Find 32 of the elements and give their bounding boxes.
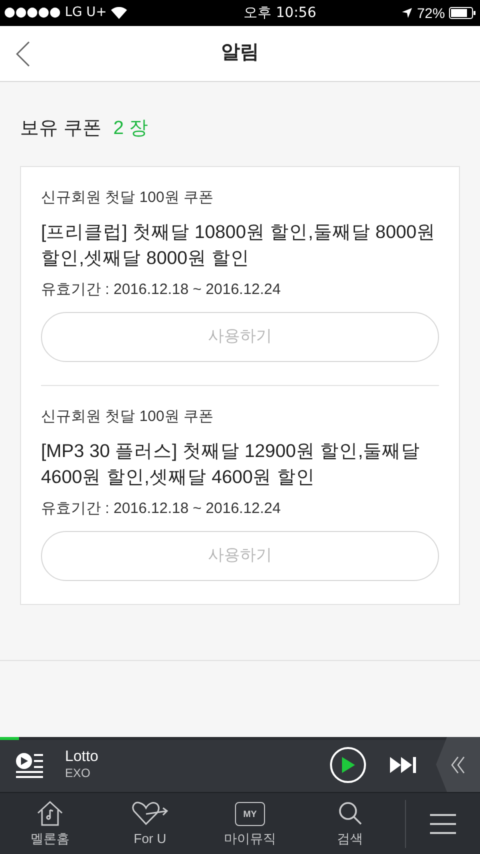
play-button[interactable]: [330, 746, 366, 782]
coupon-name: 신규회원 첫달 100원 쿠폰: [41, 188, 215, 208]
track-title: Lotto: [65, 748, 98, 766]
coupon-description: [MP3 30 플러스] 첫째달 12900원 할인,둘째달 4600원 할인,셋째달 4600원 할인: [41, 439, 422, 489]
tab-item[interactable]: MY 마이뮤직: [200, 798, 300, 849]
tab-item[interactable]: For U: [100, 798, 200, 849]
heart-arrow-icon: [131, 800, 169, 826]
coupon-name: 신규회원 첫달 100원 쿠폰: [41, 406, 215, 426]
wifi-icon: [110, 7, 127, 19]
expand-button[interactable]: [436, 737, 480, 792]
folder-icon: MY: [235, 802, 265, 826]
tab-item[interactable]: 멜론홈: [0, 798, 100, 849]
menu-button[interactable]: [430, 812, 456, 836]
coupon-label: 보유 쿠폰: [20, 117, 102, 141]
coupon-description: [프리클럽] 첫째달 10800원 할인,둘째달 8000원 할인,셋째달 8000원 할인: [41, 220, 437, 270]
carrier-label: ●●●●● LG U+: [4, 4, 107, 22]
battery-percent: 72%: [416, 4, 445, 22]
next-track-button[interactable]: [390, 754, 418, 774]
tab-item[interactable]: 검색: [300, 798, 400, 849]
house-icon: [36, 800, 64, 826]
play-icon: [340, 756, 356, 774]
page-title: 알림: [221, 41, 259, 66]
double-chevron-icon: [450, 756, 466, 774]
search-icon: [337, 800, 363, 826]
clock: 오후 10:56: [242, 4, 318, 22]
validity-period: 유효기간 : 2016.12.18 ~ 2016.12.24: [41, 499, 282, 519]
playlist-button[interactable]: [14, 750, 44, 778]
coupon-count: 2 장: [113, 117, 148, 141]
validity-period: 유효기간 : 2016.12.18 ~ 2016.12.24: [41, 280, 282, 300]
battery-icon: [449, 7, 476, 19]
location-arrow-icon: [400, 7, 413, 19]
track-artist: EXO: [65, 766, 92, 782]
